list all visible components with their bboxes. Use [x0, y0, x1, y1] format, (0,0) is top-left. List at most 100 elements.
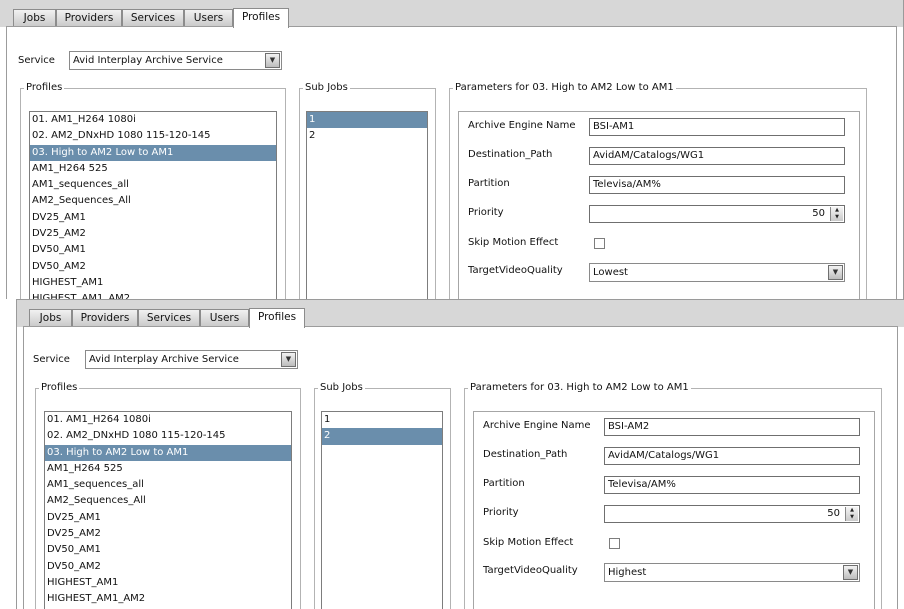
profile-item[interactable]: 02. AM2_DNxHD 1080 115-120-145: [45, 428, 291, 444]
spin-down-icon[interactable]: ▼: [846, 514, 858, 521]
skip-motion-label: Skip Motion Effect: [483, 537, 574, 548]
target-quality-value: Highest: [608, 567, 647, 578]
profile-item[interactable]: AM1_sequences_all: [45, 477, 291, 493]
archive-engine-field[interactable]: BSI-AM1: [589, 118, 845, 136]
subjob-item-selected[interactable]: 1: [307, 112, 427, 129]
destination-path-field[interactable]: AvidAM/Catalogs/WG1: [589, 147, 845, 165]
service-label: Service: [18, 55, 55, 66]
archive-engine-field[interactable]: BSI-AM2: [604, 418, 860, 436]
tab-providers[interactable]: Providers: [72, 309, 138, 327]
target-quality-dropdown[interactable]: Highest ▼: [604, 563, 860, 582]
service-value: Avid Interplay Archive Service: [73, 55, 223, 66]
skip-motion-checkbox[interactable]: [594, 238, 605, 249]
spin-down-icon[interactable]: ▼: [831, 214, 843, 221]
priority-label: Priority: [468, 207, 504, 218]
profile-item[interactable]: AM1_H264 525: [45, 461, 291, 477]
subjobs-list[interactable]: 1 2: [321, 411, 443, 609]
tab-providers[interactable]: Providers: [56, 9, 122, 27]
chevron-down-icon[interactable]: ▼: [843, 565, 858, 580]
tab-profiles[interactable]: Profiles: [233, 8, 289, 28]
tab-jobs[interactable]: Jobs: [13, 9, 56, 27]
parameters-legend: Parameters for 03. High to AM2 Low to AM…: [470, 382, 689, 393]
target-quality-label: TargetVideoQuality: [468, 265, 563, 276]
profile-item[interactable]: AM2_Sequences_All: [30, 193, 276, 209]
profile-item[interactable]: AM1_sequences_all: [30, 177, 276, 193]
subjobs-legend: Sub Jobs: [305, 82, 348, 93]
tab-services[interactable]: Services: [122, 9, 184, 27]
partition-label: Partition: [468, 178, 510, 189]
spinner-arrows-icon[interactable]: ▲ ▼: [830, 207, 843, 221]
profile-item[interactable]: HIGHEST_AM1_AM2: [30, 291, 276, 299]
profile-item-selected[interactable]: 03. High to AM2 Low to AM1: [45, 444, 291, 461]
priority-stepper[interactable]: 50 ▲ ▼: [589, 205, 845, 223]
service-label: Service: [33, 354, 70, 365]
spinner-arrows-icon[interactable]: ▲ ▼: [845, 507, 858, 521]
partition-field[interactable]: Televisa/AM%: [604, 476, 860, 494]
profiles-legend: Profiles: [41, 382, 78, 393]
priority-label: Priority: [483, 507, 519, 518]
chevron-down-icon[interactable]: ▼: [281, 352, 296, 367]
profile-item[interactable]: DV50_AM2: [45, 559, 291, 575]
profile-item[interactable]: AM2_Sequences_All: [45, 493, 291, 509]
parameters-legend: Parameters for 03. High to AM2 Low to AM…: [455, 82, 674, 93]
profile-item[interactable]: DV50_AM2: [30, 259, 276, 275]
subjob-item[interactable]: 1: [322, 412, 442, 428]
archive-engine-label: Archive Engine Name: [483, 420, 591, 431]
profile-item[interactable]: HIGHEST_AM1_AM2: [45, 591, 291, 607]
priority-value: 50: [812, 208, 825, 219]
tab-services[interactable]: Services: [138, 309, 200, 327]
destination-path-field[interactable]: AvidAM/Catalogs/WG1: [604, 447, 860, 465]
profiles-panel: Service Avid Interplay Archive Service ▼…: [23, 326, 898, 609]
profiles-list[interactable]: 01. AM1_H264 1080i 02. AM2_DNxHD 1080 11…: [44, 411, 292, 609]
profiles-legend: Profiles: [26, 82, 63, 93]
chevron-down-icon[interactable]: ▼: [828, 265, 843, 280]
partition-field[interactable]: Televisa/AM%: [589, 176, 845, 194]
tab-jobs[interactable]: Jobs: [29, 309, 72, 327]
service-dropdown[interactable]: Avid Interplay Archive Service ▼: [85, 350, 298, 369]
profile-item[interactable]: DV25_AM2: [45, 526, 291, 542]
tab-bar: Jobs Providers Services Users Profiles: [17, 300, 904, 328]
skip-motion-checkbox[interactable]: [609, 538, 620, 549]
chevron-down-icon[interactable]: ▼: [265, 53, 280, 68]
tab-users[interactable]: Users: [200, 309, 249, 327]
subjobs-list[interactable]: 1 2: [306, 111, 428, 299]
subjob-item-selected[interactable]: 2: [322, 428, 442, 445]
parameters-form: Archive Engine Name BSI-AM2 Destination_…: [473, 411, 875, 609]
spin-up-icon[interactable]: ▲: [831, 207, 843, 214]
profile-item[interactable]: AM1_H264 525: [30, 161, 276, 177]
screenshot-2: Jobs Providers Services Users Profiles S…: [16, 299, 904, 609]
service-dropdown[interactable]: Avid Interplay Archive Service ▼: [69, 51, 282, 70]
profile-item[interactable]: 02. AM2_DNxHD 1080 115-120-145: [30, 128, 276, 144]
profile-item-selected[interactable]: 03. High to AM2 Low to AM1: [30, 144, 276, 161]
screenshot-1: Jobs Providers Services Users Profiles S…: [0, 0, 904, 299]
profile-item[interactable]: 01. AM1_H264 1080i: [30, 112, 276, 128]
destination-path-label: Destination_Path: [468, 149, 553, 160]
priority-value: 50: [827, 508, 840, 519]
profiles-panel: Service Avid Interplay Archive Service ▼…: [6, 26, 897, 299]
profile-item[interactable]: HIGHEST_AM1: [45, 575, 291, 591]
parameters-form: Archive Engine Name BSI-AM1 Destination_…: [458, 111, 860, 299]
profile-item[interactable]: HIGHEST_AM1: [30, 275, 276, 291]
profiles-list[interactable]: 01. AM1_H264 1080i 02. AM2_DNxHD 1080 11…: [29, 111, 277, 299]
target-quality-dropdown[interactable]: Lowest ▼: [589, 263, 845, 282]
profile-item[interactable]: DV25_AM1: [45, 510, 291, 526]
profile-item[interactable]: 01. AM1_H264 1080i: [45, 412, 291, 428]
subjob-item[interactable]: 2: [307, 128, 427, 144]
profile-item[interactable]: DV50_AM1: [45, 542, 291, 558]
target-quality-value: Lowest: [593, 267, 628, 278]
archive-engine-label: Archive Engine Name: [468, 120, 576, 131]
tab-bar: Jobs Providers Services Users Profiles: [0, 0, 903, 28]
profile-item[interactable]: DV25_AM2: [30, 226, 276, 242]
subjobs-legend: Sub Jobs: [320, 382, 363, 393]
spin-up-icon[interactable]: ▲: [846, 507, 858, 514]
priority-stepper[interactable]: 50 ▲ ▼: [604, 505, 860, 523]
profile-item[interactable]: DV50_AM1: [30, 242, 276, 258]
target-quality-label: TargetVideoQuality: [483, 565, 578, 576]
tab-profiles[interactable]: Profiles: [249, 308, 305, 328]
service-value: Avid Interplay Archive Service: [89, 354, 239, 365]
destination-path-label: Destination_Path: [483, 449, 568, 460]
skip-motion-label: Skip Motion Effect: [468, 237, 559, 248]
profile-item[interactable]: DV25_AM1: [30, 210, 276, 226]
tab-users[interactable]: Users: [184, 9, 233, 27]
partition-label: Partition: [483, 478, 525, 489]
